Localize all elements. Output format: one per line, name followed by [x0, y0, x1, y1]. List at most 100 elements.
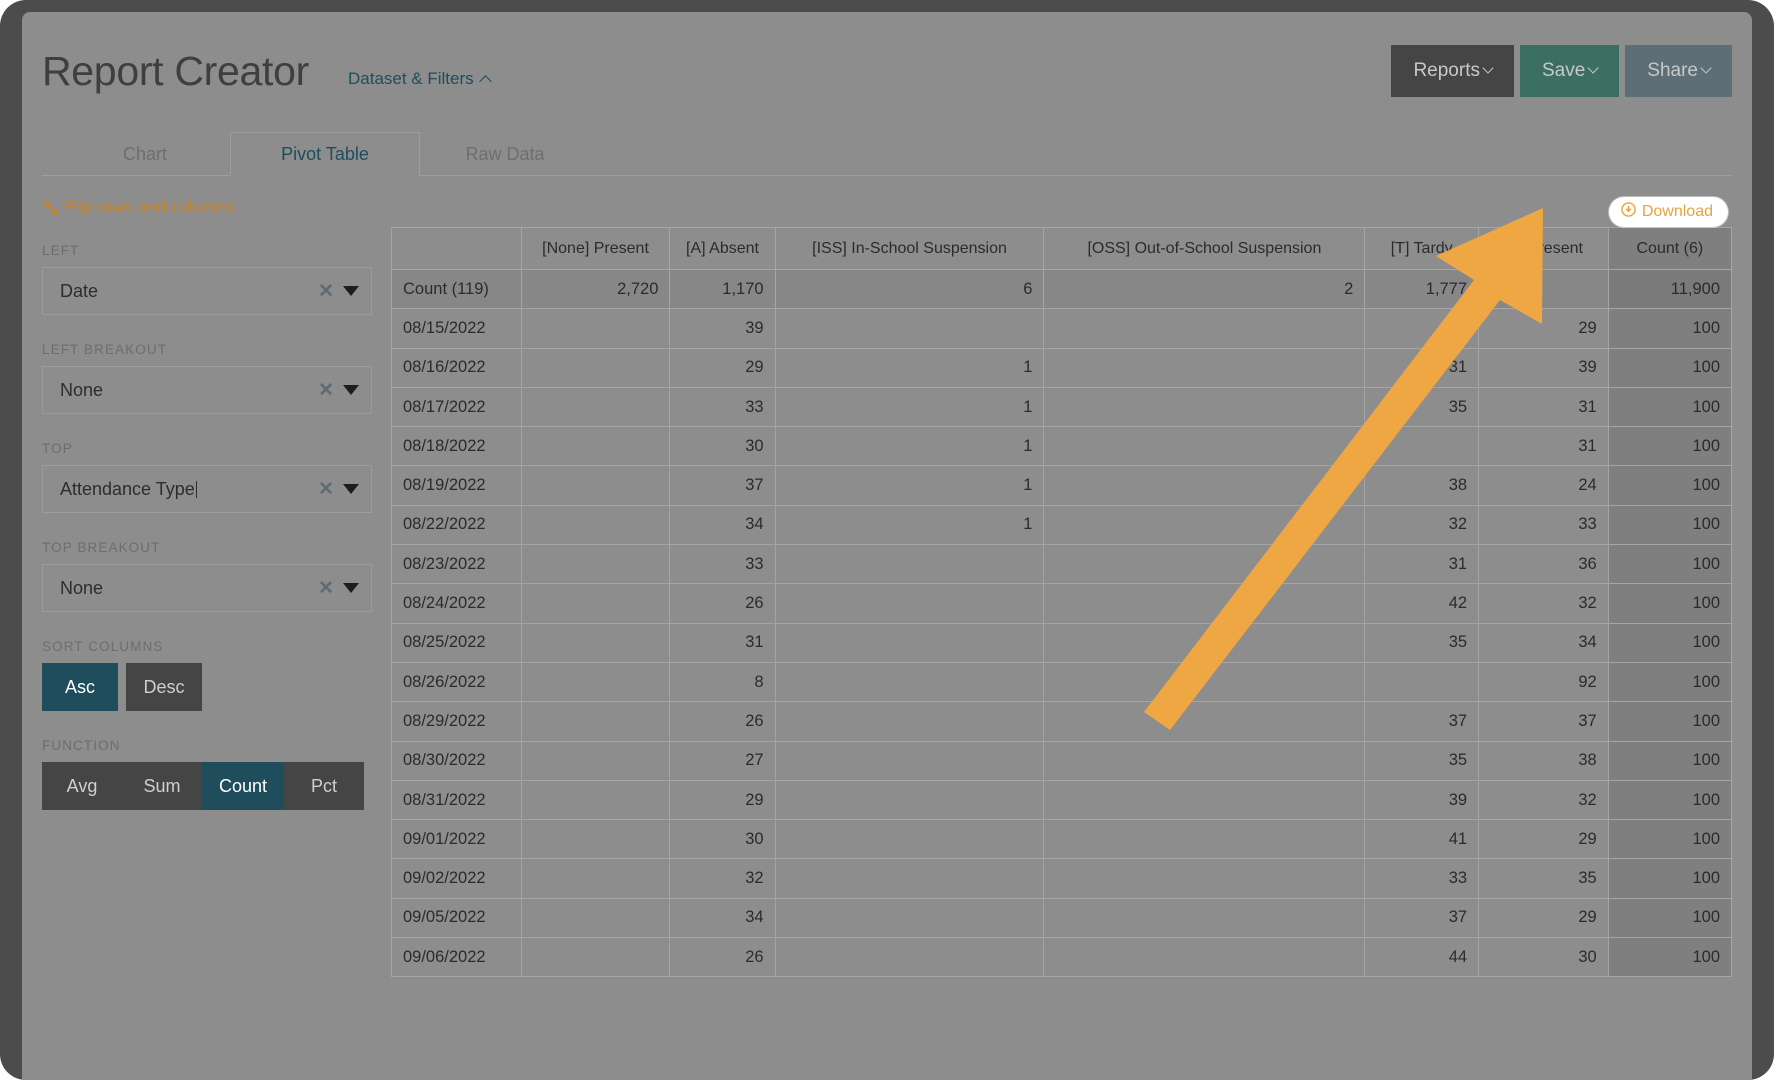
header-cell-tardy[interactable]: [T] Tardy	[1364, 227, 1480, 270]
flip-rows-columns-label: Flip rows and columns	[65, 197, 235, 216]
header-cell-iss[interactable]: [ISS] In-School Suspension	[774, 227, 1045, 270]
row-date-label: 08/23/2022	[391, 544, 522, 585]
table-cell: 31	[1364, 347, 1480, 388]
function-count-label: Count	[218, 775, 268, 796]
table-cell: 32	[1478, 779, 1609, 821]
save-button[interactable]: Save	[1519, 45, 1620, 97]
total-row-cell	[1478, 268, 1609, 310]
x-icon[interactable]: ✕	[318, 381, 334, 400]
tab-pivot-table[interactable]: Pivot Table	[230, 132, 420, 176]
table-cell: 100	[1607, 779, 1732, 821]
table-cell: 100	[1607, 544, 1732, 585]
table-cell: 32	[669, 858, 776, 899]
total-row-cell: 6	[774, 268, 1045, 310]
table-row: 08/26/2022 8 92 100	[391, 661, 1732, 703]
table-cell: 30	[669, 426, 776, 467]
x-icon[interactable]: ✕	[318, 282, 334, 301]
table-cell: 32	[1364, 308, 1480, 349]
table-cell	[774, 740, 1045, 781]
sort-asc-button[interactable]: Asc	[42, 663, 118, 711]
table-cell: 38	[1478, 740, 1609, 781]
table-cell: 35	[1364, 740, 1480, 781]
top-breakout-select[interactable]: None ✕	[42, 564, 372, 612]
table-cell: 100	[1607, 897, 1732, 939]
row-date-label: 08/19/2022	[391, 465, 522, 506]
table-row: 08/24/2022 26 42 32 100	[391, 583, 1732, 624]
table-cell: 29	[1478, 308, 1609, 349]
dataset-filters-toggle[interactable]: Dataset & Filters	[348, 69, 492, 89]
table-cell	[1043, 858, 1366, 899]
pivot-controls-sidebar: Flip rows and columns LEFT Date ✕ LEFT B…	[42, 197, 372, 837]
table-cell	[1043, 937, 1366, 978]
left-breakout-select[interactable]: None ✕	[42, 366, 372, 414]
table-cell	[520, 386, 671, 428]
table-row: 08/22/2022 34 1 32 33 100	[391, 504, 1732, 546]
sort-asc-label: Asc	[64, 676, 95, 697]
download-button[interactable]: Download	[1608, 197, 1728, 227]
header-cell-corner[interactable]	[391, 227, 522, 270]
total-row-cell: 2	[1043, 268, 1366, 310]
sort-columns-group: Asc Desc	[42, 663, 372, 711]
header-cell-present[interactable]: [P] Present	[1478, 227, 1609, 270]
function-avg-button[interactable]: Avg	[42, 762, 122, 810]
triangle-down-icon[interactable]	[343, 385, 359, 395]
reports-button[interactable]: Reports	[1391, 45, 1514, 97]
table-cell: 27	[669, 740, 776, 781]
function-pct-button[interactable]: Pct	[284, 762, 364, 810]
tab-chart[interactable]: Chart	[60, 132, 230, 176]
table-cell: 100	[1607, 622, 1732, 663]
total-row-cell: 11,900	[1607, 268, 1732, 310]
sort-desc-label: Desc	[143, 676, 185, 697]
function-sum-button[interactable]: Sum	[122, 762, 202, 810]
save-button-label: Save	[1541, 60, 1586, 81]
sort-columns-label: SORT COLUMNS	[42, 639, 164, 654]
table-row: 08/30/2022 27 35 38 100	[391, 740, 1732, 781]
triangle-down-icon[interactable]	[343, 286, 359, 296]
left-field-select[interactable]: Date ✕	[42, 267, 372, 315]
table-cell: 26	[669, 701, 776, 742]
table-cell: 31	[669, 622, 776, 663]
table-cell	[520, 858, 671, 899]
table-cell	[520, 740, 671, 781]
header-cell-count[interactable]: Count (6)	[1607, 227, 1732, 270]
header-cell-oss[interactable]: [OSS] Out-of-School Suspension	[1043, 227, 1366, 270]
table-cell	[1043, 819, 1366, 860]
table-cell	[520, 308, 671, 349]
tab-raw-data[interactable]: Raw Data	[420, 132, 590, 176]
sort-desc-button[interactable]: Desc	[126, 663, 202, 711]
row-date-label: 08/16/2022	[391, 347, 522, 388]
triangle-down-icon[interactable]	[343, 484, 359, 494]
table-cell: 29	[669, 347, 776, 388]
table-cell: 33	[1478, 504, 1609, 546]
row-date-label: 09/02/2022	[391, 858, 522, 899]
triangle-down-icon[interactable]	[343, 583, 359, 593]
page-title: Report Creator	[42, 48, 309, 94]
header-cell-absent[interactable]: [A] Absent	[669, 227, 776, 270]
table-cell: 1	[774, 426, 1045, 467]
table-cell	[1043, 622, 1366, 663]
chevron-down-icon	[1587, 62, 1599, 74]
row-date-label: 09/06/2022	[391, 937, 522, 978]
pivot-table-header: [None] Present [A] Absent [ISS] In-Schoo…	[391, 227, 1732, 270]
x-icon[interactable]: ✕	[318, 579, 334, 598]
table-cell	[774, 937, 1045, 978]
table-cell: 100	[1607, 858, 1732, 899]
table-row: 09/01/2022 30 41 29 100	[391, 819, 1732, 860]
table-cell	[520, 544, 671, 585]
top-field-select[interactable]: Attendance Type ✕	[42, 465, 372, 513]
table-row: 08/15/2022 39 32 29 100	[391, 308, 1732, 349]
left-field-label: LEFT	[42, 243, 80, 258]
table-cell	[520, 897, 671, 939]
share-button[interactable]: Share	[1625, 45, 1732, 97]
function-group: Avg Sum Count Pct	[42, 762, 372, 810]
table-cell: 100	[1607, 661, 1732, 703]
table-cell	[774, 661, 1045, 703]
x-icon[interactable]: ✕	[318, 480, 334, 499]
table-cell	[520, 622, 671, 663]
table-cell: 92	[1478, 661, 1609, 703]
function-count-button[interactable]: Count	[202, 762, 284, 810]
table-cell: 37	[669, 465, 776, 506]
header-cell-none-present[interactable]: [None] Present	[520, 227, 671, 270]
table-cell: 36	[1478, 544, 1609, 585]
flip-rows-columns-link[interactable]: Flip rows and columns	[42, 197, 372, 217]
